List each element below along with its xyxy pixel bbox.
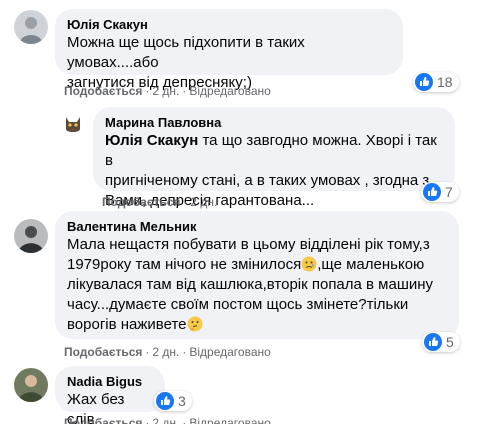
- like-icon: [415, 73, 433, 91]
- timestamp[interactable]: 2 дн.: [152, 84, 179, 98]
- like-link[interactable]: Подобається: [64, 416, 142, 424]
- reaction-badge[interactable]: 3: [154, 391, 192, 411]
- avatar[interactable]: [60, 111, 86, 137]
- comment-actions: Подобається · 2 дн. · Відредаговано: [64, 83, 271, 99]
- cat-avatar-icon: [60, 111, 86, 137]
- comment-bubble: Nadia Bigus Жах без слів: [55, 366, 165, 424]
- comment-bubble: Юлія Скакун Можна ще щось підхопити в та…: [55, 9, 403, 91]
- comment-text-line: Юлія Скакун та що завгодно можна. Хворі …: [105, 131, 443, 171]
- timestamp[interactable]: 2 дн.: [152, 345, 179, 359]
- like-icon: [156, 392, 174, 410]
- timestamp[interactable]: 2 дн.: [190, 195, 217, 209]
- reaction-count: 18: [437, 74, 453, 90]
- separator: ·: [183, 195, 188, 209]
- timestamp[interactable]: 2 дн.: [152, 416, 179, 424]
- avatar-photo-icon: [14, 219, 48, 253]
- comment-bubble: Валентина Мельник Мала нещастя побувати …: [55, 211, 459, 339]
- reaction-badge[interactable]: 7: [421, 182, 459, 202]
- avatar-photo-icon: [14, 368, 48, 402]
- comment-bubble: Марина Павловна Юлія Скакун та що завгод…: [93, 107, 455, 209]
- reaction-count: 5: [446, 334, 454, 350]
- reaction-count: 7: [445, 184, 453, 200]
- thinking-face-icon: [187, 316, 202, 332]
- avatar-photo-icon: [14, 10, 48, 44]
- comment-text: 1979року там нічого не змінилося: [67, 256, 302, 273]
- comment-text-line: Мала нещастя побувати в цьому відділені …: [67, 236, 430, 253]
- like-link[interactable]: Подобається: [64, 345, 142, 359]
- separator: ·: [145, 84, 150, 98]
- comment-text: ворогів наживете: [67, 316, 187, 333]
- edited-label: Відредаговано: [189, 345, 271, 359]
- comment-text-line: Можна ще щось підхопити в таких умовах..…: [67, 34, 305, 71]
- comment-author[interactable]: Nadia Bigus: [67, 373, 153, 390]
- comment-text: ,ще маленькою: [317, 256, 425, 273]
- avatar[interactable]: [14, 219, 48, 253]
- avatar[interactable]: [14, 368, 48, 402]
- sad-face-icon: [301, 256, 317, 272]
- comment-text-line: часу...думаєте своїм постом щось змінете…: [67, 296, 409, 313]
- like-link[interactable]: Подобається: [102, 195, 180, 209]
- separator: ·: [182, 345, 187, 359]
- like-icon: [423, 183, 441, 201]
- separator: ·: [145, 416, 150, 424]
- comment-text-line: пригніченому стані, а в таких умовах , з…: [105, 172, 430, 189]
- separator: ·: [182, 416, 187, 424]
- comment-actions: Подобається · 2 дн. · Відредаговано: [64, 344, 271, 360]
- separator: ·: [145, 345, 150, 359]
- separator: ·: [182, 84, 187, 98]
- reaction-count: 3: [178, 393, 186, 409]
- comment-author[interactable]: Марина Павловна: [105, 114, 443, 131]
- edited-label: Відредаговано: [189, 84, 271, 98]
- comment-author[interactable]: Валентина Мельник: [67, 218, 447, 235]
- reaction-badge[interactable]: 5: [422, 332, 460, 352]
- comment-text-line: ворогів наживете: [67, 315, 447, 335]
- comment-actions: Подобається · 2 дн.: [102, 194, 217, 210]
- reaction-badge[interactable]: 18: [413, 72, 459, 92]
- like-link[interactable]: Подобається: [64, 84, 142, 98]
- comment-text-line: 1979року там нічого не змінилося ,ще мале…: [67, 255, 447, 275]
- mention-link[interactable]: Юлія Скакун: [105, 132, 198, 149]
- comment-actions: Подобається · 2 дн. · Відредаговано: [64, 415, 271, 424]
- edited-label: Відредаговано: [189, 416, 271, 424]
- comment-author[interactable]: Юлія Скакун: [67, 16, 391, 33]
- like-icon: [424, 333, 442, 351]
- comment-text-line: лікувалася там від кашлюка,вторік попала…: [67, 276, 434, 293]
- avatar[interactable]: [14, 10, 48, 44]
